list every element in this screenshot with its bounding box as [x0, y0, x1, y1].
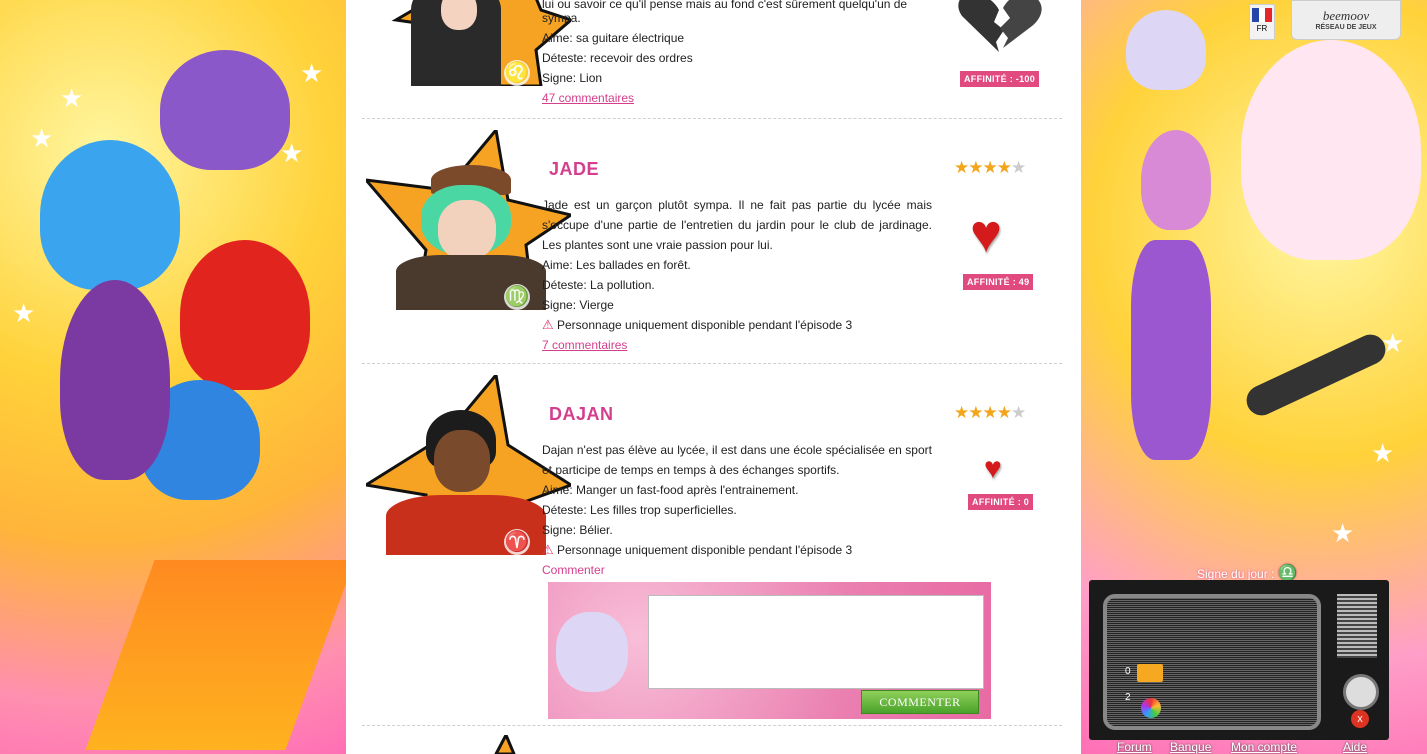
forum-link[interactable]: Forum — [1117, 740, 1152, 754]
rating-stars: ★★★★★ — [954, 158, 1026, 177]
star-decoration: ★ — [30, 123, 54, 153]
affinity-badge: AFFINITÉ : 49 — [963, 274, 1034, 290]
character-description: Jade est un garçon plutôt sympa. Il ne f… — [542, 198, 932, 352]
entry-separator — [362, 725, 1062, 726]
heart-icon: ♥ — [970, 204, 1003, 264]
tv-widget: x 0 2 — [1089, 580, 1389, 740]
commenter-button[interactable]: COMMENTER — [861, 690, 979, 714]
character-name: DAJAN — [549, 404, 614, 424]
star-decoration: ★ — [12, 298, 36, 328]
character-portrait: ♍ — [366, 130, 571, 310]
france-flag-icon — [1252, 8, 1273, 22]
character-description: lui ou savoir ce qu'il pense mais au fon… — [542, 0, 932, 108]
zodiac-aries-icon: ♈ — [504, 529, 530, 555]
character-illustration — [160, 50, 290, 170]
tv-screen[interactable] — [1103, 594, 1321, 730]
availability-warning: ⚠ Personnage uniquement disponible penda… — [542, 317, 853, 332]
color-wheel-icon[interactable] — [1141, 698, 1161, 718]
heart-icon: ♥ — [984, 452, 1002, 485]
character-portrait: ♌ — [366, 0, 571, 86]
help-link[interactable]: Aide — [1343, 740, 1367, 754]
character-portrait — [366, 735, 571, 754]
bank-link[interactable]: Banque — [1170, 740, 1211, 754]
comments-link[interactable]: 47 commentaires — [542, 91, 634, 105]
character-sign: Signe: Vierge — [542, 298, 614, 312]
broken-heart-icon — [958, 0, 1042, 52]
sign-of-day-label: Signe du jour : — [1197, 567, 1275, 581]
avatar-top — [1141, 130, 1211, 230]
language-selector[interactable]: FR — [1249, 4, 1275, 40]
availability-warning: ⚠ Personnage uniquement disponible penda… — [542, 542, 853, 557]
microphone-illustration — [1241, 329, 1391, 421]
comment-textarea[interactable] — [648, 595, 984, 689]
star-decoration: ★ — [1371, 438, 1395, 468]
avatar-pants — [1131, 240, 1211, 460]
character-portrait: ♈ — [366, 375, 571, 555]
comment-form: COMMENTER — [548, 582, 991, 719]
rocket-illustration — [85, 560, 346, 750]
character-dislikes: Déteste: La pollution. — [542, 278, 655, 292]
close-icon[interactable]: x — [1351, 710, 1369, 728]
network-logo-button[interactable]: beemoov RÉSEAU DE JEUX — [1291, 0, 1401, 40]
comments-link[interactable]: 7 commentaires — [542, 338, 627, 352]
left-background-illustration: ★ ★ ★ ★ ★ — [0, 0, 346, 754]
commenter-link[interactable]: Commenter — [542, 563, 605, 577]
zodiac-leo-icon: ♌ — [504, 60, 530, 86]
character-dislikes: Déteste: recevoir des ordres — [542, 51, 693, 65]
tv-dial-icon[interactable] — [1343, 674, 1379, 710]
character-description: Dajan n'est pas élève au lycée, il est d… — [542, 443, 932, 577]
avatar-hair — [1126, 10, 1206, 90]
user-avatar — [556, 612, 628, 692]
warning-icon: ⚠ — [542, 542, 554, 557]
character-likes: Aime: Les ballades en forêt. — [542, 258, 691, 272]
entry-separator — [362, 118, 1062, 119]
character-likes: Aime: sa guitare électrique — [542, 31, 685, 45]
main-content: ♌ lui ou savoir ce qu'il pense mais au f… — [346, 0, 1081, 754]
mail-icon[interactable] — [1137, 664, 1163, 682]
character-name: JADE — [549, 159, 600, 179]
character-illustration — [60, 280, 170, 480]
character-dislikes: Déteste: Les filles trop superficielles. — [542, 503, 737, 517]
hair-illustration — [1241, 40, 1421, 260]
character-illustration — [180, 240, 310, 390]
rating-stars: ★★★★★ — [954, 403, 1026, 422]
star-decoration: ★ — [1331, 518, 1355, 548]
warning-icon: ⚠ — [542, 317, 554, 332]
tv-speaker — [1337, 594, 1377, 658]
affinity-badge: AFFINITÉ : 0 — [968, 494, 1034, 510]
entry-separator — [362, 363, 1062, 364]
character-illustration — [40, 140, 180, 290]
language-label: FR — [1256, 24, 1268, 33]
character-sign: Signe: Bélier. — [542, 523, 613, 537]
affinity-badge: AFFINITÉ : -100 — [960, 71, 1040, 87]
beemoov-logo: beemoov — [1322, 8, 1370, 23]
character-likes: Aime: Manger un fast-food après l'entrai… — [542, 483, 799, 497]
gift-count: 2 — [1125, 692, 1131, 703]
mail-count: 0 — [1125, 666, 1131, 677]
star-decoration: ★ — [60, 83, 84, 113]
network-subtitle: RÉSEAU DE JEUX — [1315, 24, 1377, 31]
star-decoration: ★ — [300, 58, 324, 88]
character-sign: Signe: Lion — [542, 71, 603, 85]
account-link[interactable]: Mon compte — [1231, 740, 1297, 754]
zodiac-virgo-icon: ♍ — [504, 284, 530, 310]
